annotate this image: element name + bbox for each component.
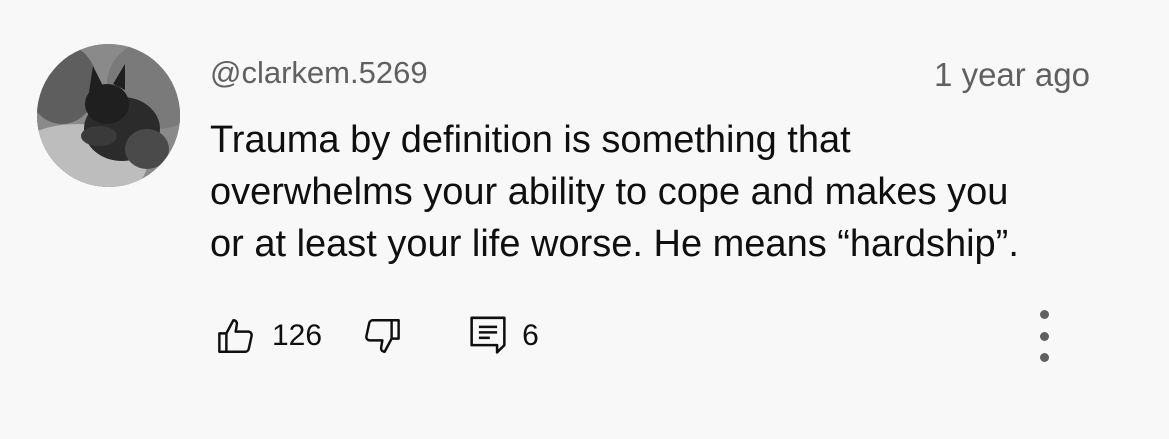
comment-icon	[470, 316, 506, 354]
comment-item: @clarkem.5269 1 year ago Trauma by defin…	[0, 0, 1169, 439]
cat-photo-icon	[37, 44, 180, 187]
like-count: 126	[272, 319, 323, 352]
like-button[interactable]	[214, 314, 258, 358]
more-vertical-icon-dot	[1039, 331, 1049, 341]
more-vertical-icon-dot	[1039, 353, 1049, 362]
comment-text-line: overwhelms your ability to cope and make…	[210, 171, 1009, 213]
comment-text: Trauma by definition is something that o…	[210, 114, 1110, 270]
thumbs-down-icon	[365, 319, 400, 353]
more-actions-button[interactable]	[1024, 310, 1064, 362]
comment-text-line: or at least your life worse. He means “h…	[210, 223, 1019, 265]
reply-button[interactable]	[466, 314, 510, 358]
dislike-button[interactable]	[360, 314, 404, 358]
more-vertical-icon-dot	[1039, 310, 1049, 319]
reply-count: 6	[522, 319, 539, 352]
comment-actions: 126 6	[214, 314, 539, 358]
comment-text-line: Trauma by definition is something that	[210, 119, 851, 161]
avatar[interactable]	[37, 44, 180, 187]
comment-timestamp: 1 year ago	[934, 56, 1090, 93]
comment-author[interactable]: @clarkem.5269	[210, 54, 428, 92]
thumbs-up-icon	[218, 319, 253, 353]
